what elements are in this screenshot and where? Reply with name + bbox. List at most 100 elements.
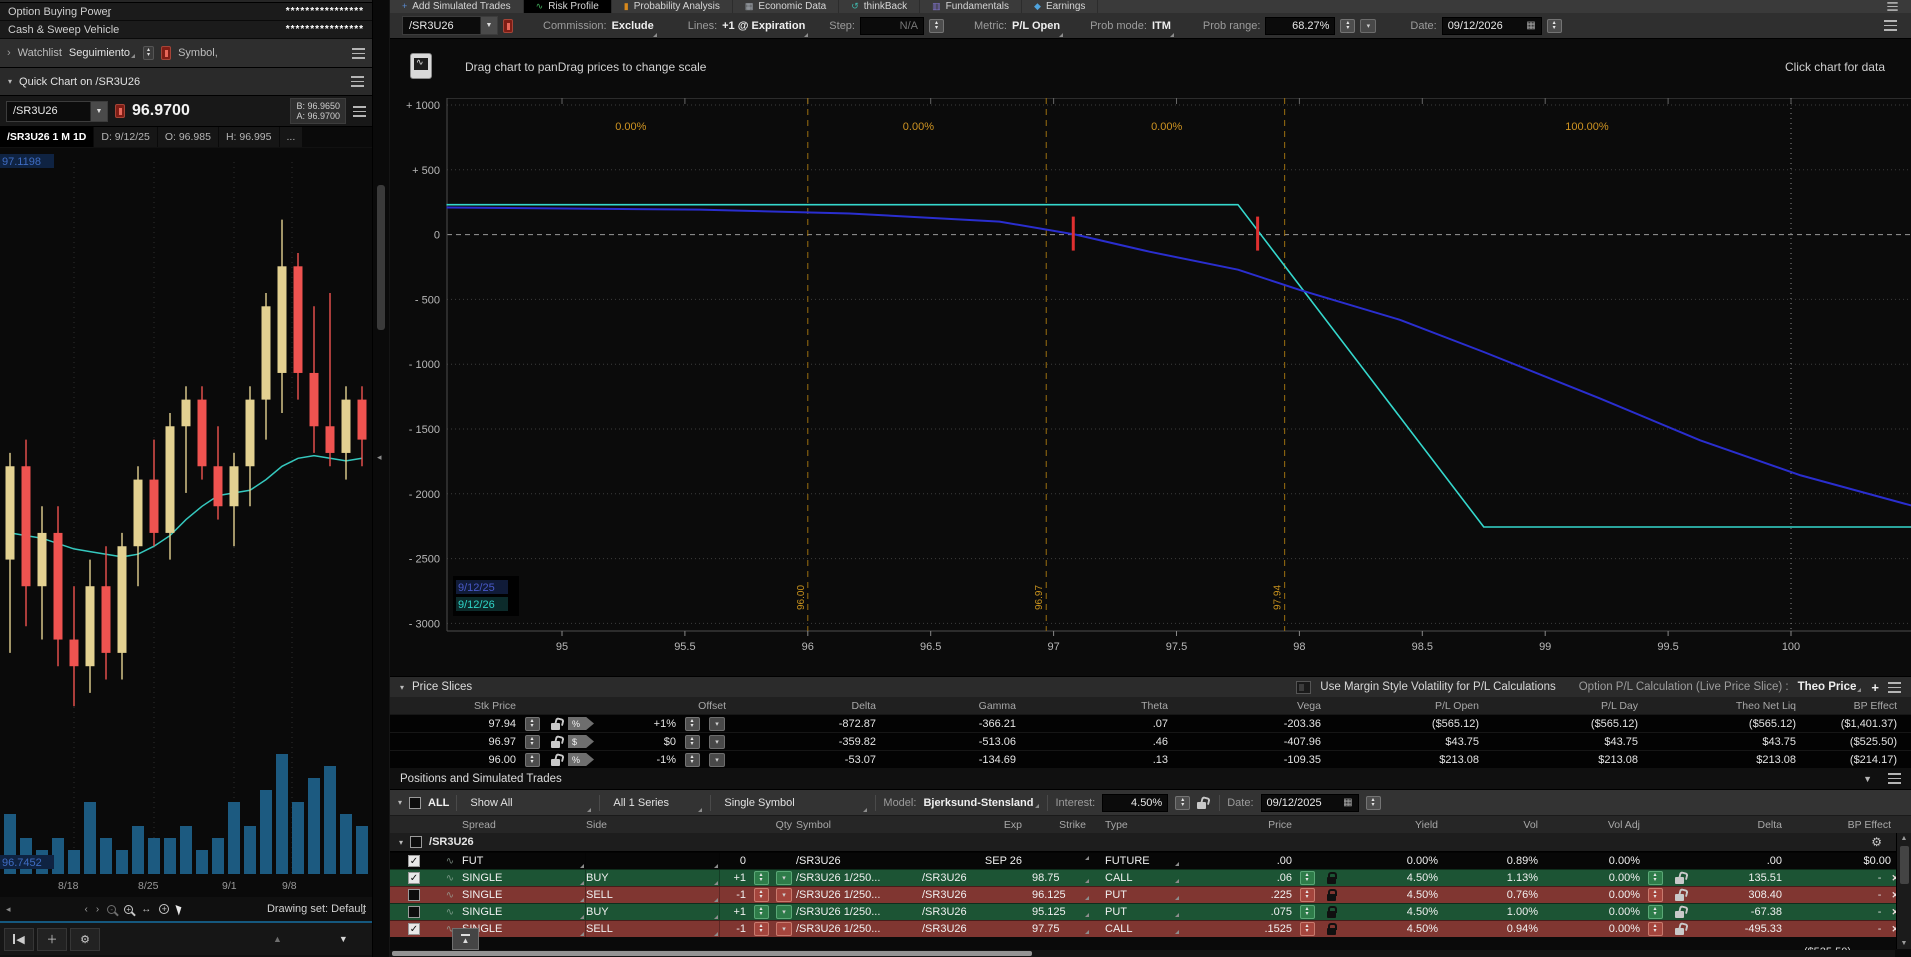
unlock-icon[interactable] — [1675, 911, 1684, 918]
positions-date-stepper[interactable] — [1366, 796, 1381, 810]
price-slice-row[interactable]: 96.00%-1%-53.07-134.69.13-109.35$213.08$… — [390, 750, 1911, 768]
unlock-icon[interactable] — [551, 741, 560, 748]
chevron-down-icon[interactable]: ▾ — [8, 77, 12, 86]
include-checkbox[interactable]: ✓ — [408, 855, 420, 867]
col-side[interactable]: Side — [586, 819, 720, 831]
scroll-up-icon[interactable]: ▲ — [273, 934, 282, 944]
sort-icon[interactable]: ▴▾ — [143, 46, 154, 60]
col-vol[interactable]: Vol — [1442, 819, 1542, 831]
price-slice-row[interactable]: 97.94%+1%-872.87-366.21.07-203.36($565.1… — [390, 714, 1911, 732]
include-checkbox[interactable]: ✓ — [408, 872, 420, 884]
chevron-down-icon[interactable]: ▼ — [480, 17, 497, 34]
offset-dropdown[interactable] — [709, 735, 725, 749]
lock-icon[interactable] — [1327, 911, 1336, 918]
col-offset[interactable]: Offset — [596, 700, 730, 712]
date-control[interactable]: Date: 09/12/2026 ▦ — [1406, 13, 1565, 38]
scrollbar-thumb[interactable] — [377, 185, 385, 330]
symbol-mode-dropdown[interactable]: Single Symbol — [718, 793, 868, 813]
symbol-group-row[interactable]: ▾ /SR3U26 ⚙ — [390, 833, 1911, 852]
scroll-down-icon[interactable]: ▼ — [1901, 940, 1908, 947]
collapse-left-icon[interactable]: ◂ — [6, 904, 11, 915]
risk-profile-svg[interactable]: + 1000+ 5000- 500- 1000- 1500- 2000- 250… — [390, 98, 1911, 673]
include-checkbox[interactable] — [408, 906, 420, 918]
tab-add-simulated-trades[interactable]: +Add Simulated Trades — [390, 0, 524, 13]
offset-unit-badge[interactable]: $ — [568, 735, 594, 748]
margin-volatility-checkbox[interactable] — [1296, 681, 1311, 694]
zoom-out-icon[interactable]: - — [107, 905, 116, 914]
vertical-scrollbar[interactable]: ▲ ▼ — [1896, 833, 1911, 949]
series-dropdown[interactable]: All 1 Series — [607, 793, 703, 813]
qty-stepper[interactable] — [754, 922, 769, 936]
qty-dropdown[interactable] — [776, 871, 792, 885]
candlestick-chart[interactable]: 97.119896.7452 — [0, 148, 372, 877]
col-spread[interactable]: Spread — [462, 819, 586, 831]
metric-control[interactable]: Metric: P/L Open — [970, 13, 1064, 38]
positions-menu-icon[interactable] — [1888, 773, 1901, 784]
expand-horizontal-icon[interactable]: ↔ — [141, 904, 151, 915]
collapse-sidebar-icon[interactable]: ◂ — [377, 452, 382, 463]
qty-dropdown[interactable] — [776, 905, 792, 919]
unlock-icon[interactable] — [1675, 877, 1684, 884]
offset-unit-badge[interactable]: % — [568, 753, 594, 766]
drawing-set-control[interactable]: Drawing set: Default — [267, 903, 366, 915]
col-pl-open[interactable]: P/L Open — [1325, 700, 1483, 712]
step-field[interactable]: N/A — [860, 17, 924, 35]
prob-range-dropdown[interactable] — [1360, 19, 1376, 33]
vol-adj-stepper[interactable] — [1648, 922, 1663, 936]
add-gadget-button[interactable]: ＋ — [37, 928, 67, 951]
commission-control[interactable]: Commission: Exclude — [539, 13, 658, 38]
lock-icon[interactable] — [1327, 928, 1336, 935]
account-row-cash-sweep[interactable]: Cash & Sweep Vehicle **************** — [0, 21, 372, 39]
show-all-dropdown[interactable]: Show All — [464, 793, 592, 813]
date-field[interactable]: 09/12/2026 ▦ — [1442, 17, 1542, 35]
watchlist-tab[interactable]: Watchlist — [18, 47, 62, 59]
offset-dropdown[interactable] — [709, 717, 725, 731]
position-row[interactable]: ∿SINGLESELL-1/SR3U26 1/250.../SR3U2696.1… — [390, 886, 1911, 903]
vol-adj-stepper[interactable] — [1648, 871, 1663, 885]
col-delta[interactable]: Delta — [1692, 819, 1786, 831]
pan-left-icon[interactable]: ‹ — [85, 904, 88, 915]
col-pl-day[interactable]: P/L Day — [1483, 700, 1642, 712]
tab-risk-profile[interactable]: ∿Risk Profile — [524, 0, 612, 13]
positions-date-field[interactable]: 09/12/2025 ▦ — [1261, 794, 1359, 812]
offset-stepper[interactable] — [685, 735, 700, 749]
chevron-down-icon[interactable]: ▾ — [398, 798, 402, 807]
prob-mode-control[interactable]: Prob mode: ITM — [1086, 13, 1175, 38]
pan-right-icon[interactable]: › — [96, 904, 99, 915]
col-price[interactable]: Price — [1180, 819, 1296, 831]
scroll-to-top-button[interactable]: ▲ — [452, 928, 479, 950]
quick-chart-header[interactable]: ▾ Quick Chart on /SR3U26 — [0, 68, 372, 96]
col-type[interactable]: Type — [1090, 819, 1180, 831]
scrollbar-thumb[interactable] — [1900, 846, 1909, 884]
col-vega[interactable]: Vega — [1172, 700, 1325, 712]
horizontal-scrollbar[interactable] — [390, 950, 1895, 957]
settings-menu-icon[interactable] — [1884, 20, 1897, 31]
calendar-icon[interactable]: ▦ — [1526, 21, 1535, 31]
qty-dropdown[interactable] — [776, 888, 792, 902]
price-stepper[interactable] — [1300, 871, 1315, 885]
watchlist-column-header[interactable]: Symbol, — [178, 47, 218, 59]
tab-economic-data[interactable]: ▦Economic Data — [733, 0, 839, 13]
all-checkbox[interactable] — [409, 797, 421, 809]
include-checkbox[interactable] — [408, 889, 420, 901]
gear-icon[interactable]: ⚙ — [1871, 835, 1882, 849]
interest-field[interactable]: 4.50% — [1102, 794, 1168, 812]
unlock-icon[interactable] — [551, 723, 560, 730]
position-row[interactable]: ✓∿SINGLEBUY+1/SR3U26 1/250.../SR3U2698.7… — [390, 869, 1911, 886]
col-qty[interactable]: Qty — [720, 819, 796, 831]
symbol-combo[interactable]: /SR3U26 ▼ — [6, 101, 108, 122]
prob-range-stepper[interactable] — [1340, 19, 1355, 33]
tab-fundamentals[interactable]: ▥Fundamentals — [920, 0, 1022, 13]
qty-stepper[interactable] — [754, 871, 769, 885]
price-slices-menu-icon[interactable] — [1888, 682, 1901, 693]
sidebar-scrollbar[interactable]: ◂ — [372, 0, 390, 957]
col-stk-price[interactable]: Stk Price — [390, 700, 520, 712]
offset-unit-badge[interactable]: % — [568, 717, 594, 730]
unlock-icon[interactable] — [1675, 928, 1684, 935]
tab-probability-analysis[interactable]: ▮Probability Analysis — [612, 0, 733, 13]
quick-chart-menu-icon[interactable] — [351, 76, 364, 87]
stk-price-stepper[interactable] — [525, 753, 540, 767]
offset-dropdown[interactable] — [709, 753, 725, 767]
tab-earnings[interactable]: ◆Earnings — [1022, 0, 1098, 13]
chart-style-icon[interactable] — [410, 53, 432, 79]
